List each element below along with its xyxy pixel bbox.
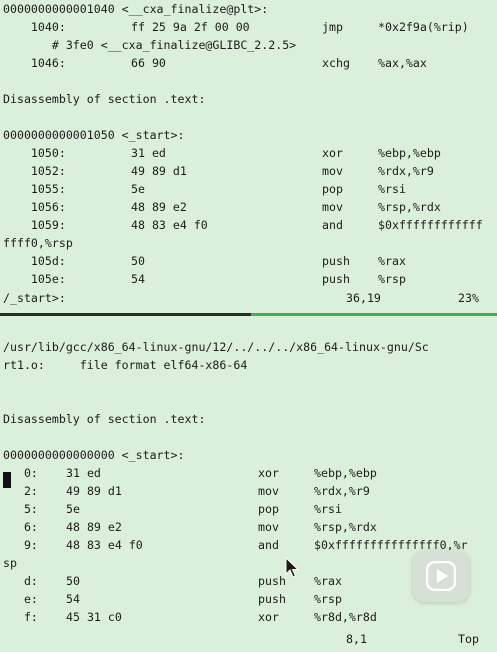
line-address: f:	[3, 610, 38, 624]
line-operands: %rax	[314, 574, 342, 588]
line-address: 1050:	[3, 146, 66, 160]
line-mnemonic: jmp	[322, 20, 343, 34]
arrow-pointer-icon	[285, 556, 300, 579]
line-mnemonic: and	[322, 218, 343, 232]
line-bytes: 5e	[131, 182, 145, 196]
line-address: 1059:	[3, 218, 66, 232]
line-address: 1040:	[3, 20, 66, 34]
line-operands: %rsp,%rdx	[378, 200, 441, 214]
bottom-terminal-pane[interactable]: /usr/lib/gcc/x86_64-linux-gnu/12/../../.…	[0, 320, 497, 652]
line-bytes: 54	[66, 592, 80, 606]
line-mnemonic: xchg	[322, 56, 350, 70]
pane-separator[interactable]	[0, 313, 497, 316]
line-mnemonic: push	[258, 592, 286, 606]
line-address: 105d:	[3, 254, 66, 268]
line-operands: %ebp,%ebp	[378, 146, 441, 160]
line-operands: %rax	[378, 254, 406, 268]
line-address: # 3fe0 <__cxa_finalize@GLIBC_2.2.5>	[3, 38, 297, 52]
line-bytes: 50	[66, 574, 80, 588]
text-cursor-block	[3, 472, 11, 488]
line-operands: %rdx,%r9	[378, 164, 434, 178]
line-address: 1046:	[3, 56, 66, 70]
status-position: 36,19	[346, 291, 381, 305]
top-terminal-pane[interactable]: 0000000000001040 <__cxa_finalize@plt>: 1…	[0, 0, 497, 316]
line-bytes: ff 25 9a 2f 00 00	[131, 20, 250, 34]
line-mnemonic: xor	[258, 466, 279, 480]
line-bytes: 48 83 e4 f0	[131, 218, 208, 232]
line-operands: $0xffffffffffff	[378, 218, 483, 232]
line-mnemonic: mov	[322, 200, 343, 214]
line-address: rt1.o: file format elf64-x86-64	[3, 358, 248, 372]
line-address: 0000000000001050 <_start>:	[3, 128, 185, 142]
line-mnemonic: push	[322, 254, 350, 268]
line-operands: %rsp	[314, 592, 342, 606]
line-bytes: 5e	[66, 502, 80, 516]
line-bytes: 45 31 c0	[66, 610, 122, 624]
line-mnemonic: pop	[258, 502, 279, 516]
line-bytes: 49 89 d1	[66, 484, 122, 498]
line-address: 9:	[3, 538, 38, 552]
line-operands: %rdx,%r9	[314, 484, 370, 498]
line-bytes: 48 89 e2	[66, 520, 122, 534]
line-mnemonic: push	[322, 272, 350, 286]
line-mnemonic: mov	[258, 520, 279, 534]
line-address: Disassembly of section .text:	[3, 412, 206, 426]
line-operands: %rsp,%rdx	[314, 520, 377, 534]
line-mnemonic: mov	[322, 164, 343, 178]
line-mnemonic: xor	[258, 610, 279, 624]
line-address: 1052:	[3, 164, 66, 178]
line-bytes: 50	[131, 254, 145, 268]
line-operands: %ax,%ax	[378, 56, 427, 70]
line-bytes: 31 ed	[131, 146, 166, 160]
line-address: Disassembly of section .text:	[3, 92, 206, 106]
line-bytes: 49 89 d1	[131, 164, 187, 178]
line-operands: %rsi	[314, 502, 342, 516]
line-bytes: 31 ed	[66, 466, 101, 480]
play-button[interactable]	[413, 550, 469, 602]
line-address: sp	[3, 556, 17, 570]
line-address: 6:	[3, 520, 38, 534]
line-bytes: 66 90	[131, 56, 166, 70]
line-address: ffff0,%rsp	[3, 236, 73, 250]
status-percent: Top	[458, 632, 479, 646]
line-bytes: 48 83 e4 f0	[66, 538, 143, 552]
line-operands: %r8d,%r8d	[314, 610, 377, 624]
line-address: 0000000000000000 <_start>:	[3, 448, 185, 462]
line-address: 105e:	[3, 272, 66, 286]
line-mnemonic: pop	[322, 182, 343, 196]
line-address: 0000000000001040 <__cxa_finalize@plt>:	[3, 2, 269, 16]
status-percent: 23%	[458, 291, 479, 305]
line-address: 1056:	[3, 200, 66, 214]
line-mnemonic: mov	[258, 484, 279, 498]
line-address: d:	[3, 574, 38, 588]
line-operands: %rsi	[378, 182, 406, 196]
line-bytes: 54	[131, 272, 145, 286]
line-address: /usr/lib/gcc/x86_64-linux-gnu/12/../../.…	[3, 340, 429, 354]
play-icon	[426, 561, 456, 591]
line-bytes: 48 89 e2	[131, 200, 187, 214]
line-mnemonic: xor	[322, 146, 343, 160]
line-address: e:	[3, 592, 38, 606]
line-address: 5:	[3, 502, 38, 516]
status-search-text: /_start>:	[3, 291, 66, 305]
line-operands: *0x2f9a(%rip)	[378, 20, 469, 34]
line-mnemonic: and	[258, 538, 279, 552]
line-operands: %ebp,%ebp	[314, 466, 377, 480]
line-mnemonic: push	[258, 574, 286, 588]
line-address: 1055:	[3, 182, 66, 196]
line-operands: %rsp	[378, 272, 406, 286]
status-position: 8,1	[346, 632, 367, 646]
